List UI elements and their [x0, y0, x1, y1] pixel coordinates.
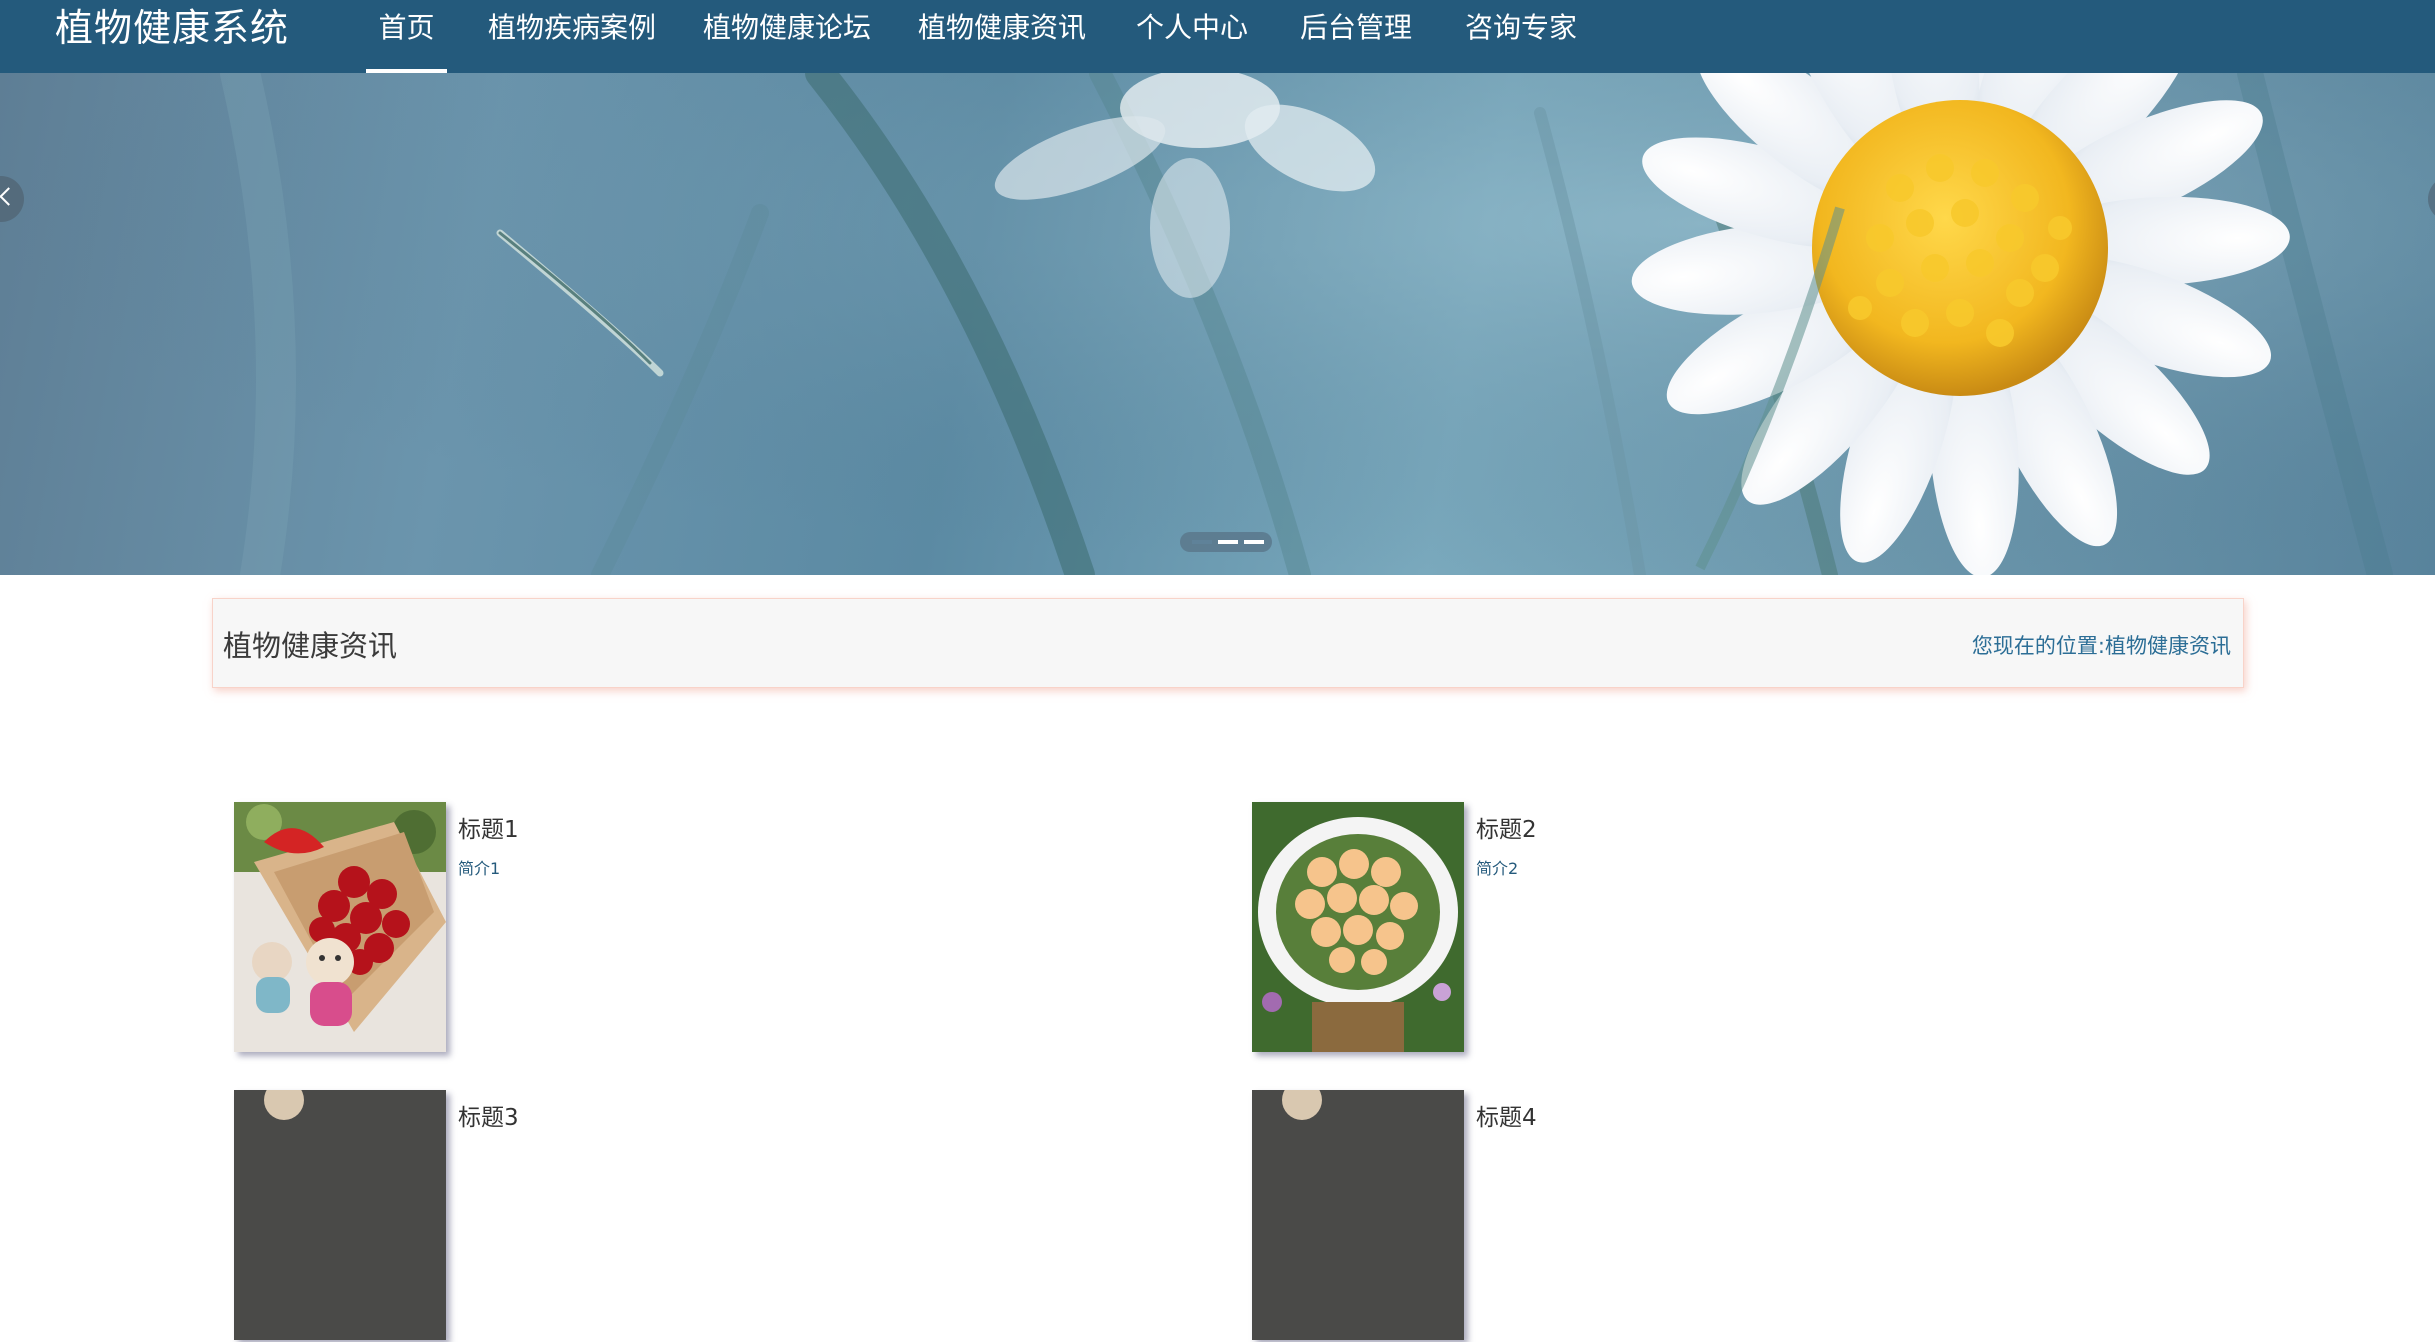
- rose-bouquet-image: [234, 802, 446, 1052]
- carousel-dot-3[interactable]: [1244, 540, 1264, 544]
- news-intro: 简介2: [1476, 859, 1519, 878]
- nav-admin[interactable]: 后台管理: [1300, 0, 1412, 73]
- site-logo-text[interactable]: 植物健康系统: [55, 6, 289, 50]
- nav-home[interactable]: 首页: [366, 0, 447, 73]
- news-title[interactable]: 标题4: [1476, 1098, 1537, 1132]
- carousel-dot-2[interactable]: [1218, 540, 1238, 544]
- nav-health-news[interactable]: 植物健康资讯: [918, 0, 1086, 73]
- news-title[interactable]: 标题2: [1476, 810, 1537, 844]
- news-thumbnail[interactable]: [1252, 1090, 1464, 1340]
- news-title[interactable]: 标题1: [458, 810, 519, 844]
- carousel-indicator: [1180, 532, 1272, 552]
- daisy-banner-image: [0, 73, 2435, 575]
- news-title[interactable]: 标题3: [458, 1098, 519, 1132]
- nav-health-forum[interactable]: 植物健康论坛: [703, 0, 871, 73]
- nav-consult-expert[interactable]: 咨询专家: [1465, 0, 1577, 73]
- news-intro: 简介1: [458, 859, 501, 878]
- section-header: 植物健康资讯 您现在的位置:植物健康资讯: [212, 598, 2244, 688]
- news-thumbnail[interactable]: [234, 1090, 446, 1340]
- nav-disease-cases[interactable]: 植物疾病案例: [488, 0, 656, 73]
- hero-carousel[interactable]: [0, 73, 2435, 575]
- news-card[interactable]: 标题2 简介2: [1252, 802, 2152, 1054]
- breadcrumb-current[interactable]: 植物健康资讯: [2105, 634, 2231, 658]
- carousel-dot-1[interactable]: [1192, 540, 1212, 544]
- bouquet-image: [234, 1090, 446, 1340]
- peach-rose-bouquet-image: [1252, 802, 1464, 1052]
- news-thumbnail[interactable]: [234, 802, 446, 1052]
- chevron-left-icon: [0, 187, 18, 206]
- breadcrumb-label: 您现在的位置:: [1971, 634, 2105, 658]
- news-card[interactable]: 标题4: [1252, 1090, 2152, 1342]
- top-navbar: 植物健康系统 首页 植物疾病案例 植物健康论坛 植物健康资讯 个人中心 后台管理…: [0, 0, 2435, 73]
- news-card[interactable]: 标题1 简介1: [234, 802, 1134, 1054]
- section-title: 植物健康资讯: [223, 629, 398, 663]
- news-thumbnail[interactable]: [1252, 802, 1464, 1052]
- news-card[interactable]: 标题3: [234, 1090, 1134, 1342]
- nav-personal-center[interactable]: 个人中心: [1136, 0, 1248, 73]
- breadcrumb: 您现在的位置:植物健康资讯: [1972, 630, 2231, 660]
- bouquet-image: [1252, 1090, 1464, 1340]
